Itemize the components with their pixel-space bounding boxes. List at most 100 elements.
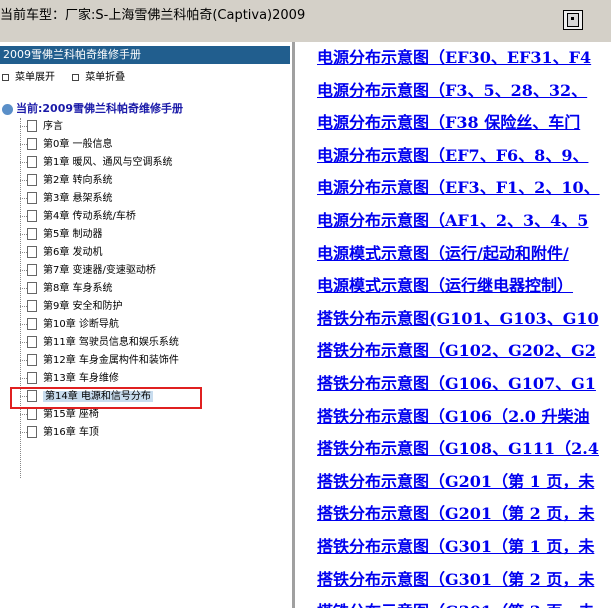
tree-item-chapter[interactable]: 第3章 悬架系统 [20,190,113,208]
navigation-pane: 2009雪佛兰科帕奇维修手册 菜单展开 菜单折叠 当前:2009雪佛兰科帕奇维修… [0,42,292,608]
content-link[interactable]: 搭铁分布示意图（G201（第 1 页，未 [317,468,594,492]
tree-item-label: 第0章 一般信息 [43,139,113,150]
document-icon [27,264,37,276]
tree-branch-line [20,143,27,145]
tree-item-chapter[interactable]: 第0章 一般信息 [20,136,113,154]
document-icon [27,174,37,186]
document-icon [27,210,37,222]
document-icon [27,300,37,312]
tree-item-label: 第13章 车身维修 [43,373,119,384]
tree-branch-line [20,377,27,379]
tree-item-label: 第16章 车顶 [43,427,99,438]
tree-item-label: 第5章 制动器 [43,229,103,240]
content-link[interactable]: 搭铁分布示意图（G301（第 2 页，未 [317,566,594,590]
document-icon [27,408,37,420]
tree-item-label: 第12章 车身金属构件和装饰件 [43,355,179,366]
tree-branch-line [20,161,27,163]
tree-branch-line [20,341,27,343]
content-link[interactable]: 电源分布示意图（F38 保险丝、车门 [317,109,580,133]
content-link[interactable]: 搭铁分布示意图(G101、G103、G10 [317,305,599,329]
tree-item-chapter[interactable]: 第11章 驾驶员信息和娱乐系统 [20,334,179,352]
tree-item-label: 第2章 转向系统 [43,175,113,186]
content-link[interactable]: 电源模式示意图（运行/起动和附件/ [317,240,569,264]
content-link[interactable]: 电源分布示意图（EF7、F6、8、9、 [317,142,588,166]
tree-branch-line [20,413,27,415]
content-link[interactable]: 搭铁分布示意图（G301（第 1 页，未 [317,533,594,557]
content-link[interactable]: 电源分布示意图（EF30、EF31、F4 [317,44,591,68]
tree-item-chapter[interactable]: 第5章 制动器 [20,226,103,244]
tree-item-chapter[interactable]: 第6章 发动机 [20,244,103,262]
tree-item-chapter[interactable]: 序言 [20,118,63,136]
tree-item-label: 第7章 变速器/变速驱动桥 [43,265,156,276]
tree-branch-line [20,179,27,181]
manual-header: 2009雪佛兰科帕奇维修手册 [0,46,290,64]
content-link[interactable]: 搭铁分布示意图（G106（2.0 升柴油 [317,403,589,427]
content-link[interactable]: 搭铁分布示意图（G201（第 2 页，未 [317,500,594,524]
tree-branch-line [20,431,27,433]
document-icon [27,138,37,150]
tree-branch-line [20,305,27,307]
tree-item-chapter[interactable]: 第2章 转向系统 [20,172,113,190]
tree-item-chapter[interactable]: 第13章 车身维修 [20,370,119,388]
document-icon [27,228,37,240]
document-icon [27,282,37,294]
exit-door-icon [567,13,579,27]
tree-item-chapter[interactable]: 第16章 车顶 [20,424,99,442]
tree-item-chapter[interactable]: 第7章 变速器/变速驱动桥 [20,262,156,280]
tree-item-label: 序言 [43,121,63,132]
tree-item-label: 第3章 悬架系统 [43,193,113,204]
selection-highlight-box [10,387,202,409]
tree-branch-line [20,269,27,271]
tree-branch-line [20,251,27,253]
content-link[interactable]: 搭铁分布示意图（G106、G107、G1 [317,370,596,394]
content-pane: 电源分布示意图（EF30、EF31、F4 电源分布示意图（F3、5、28、32、电… [295,42,611,608]
content-link[interactable]: 电源分布示意图（EF3、F1、2、10、 [317,174,600,198]
content-link[interactable]: 搭铁分布示意图（G301（第 3 页，未 [317,598,594,608]
tree-item-label: 第9章 安全和防护 [43,301,123,312]
content-link[interactable]: 搭铁分布示意图（G102、G202、G2 [317,337,596,361]
content-link[interactable]: 电源模式示意图（运行继电器控制） [317,272,573,296]
tree-item-label: 第10章 诊断导航 [43,319,119,330]
tree-item-label: 第4章 传动系统/车桥 [43,211,136,222]
collapse-all-button[interactable]: 菜单折叠 [72,68,125,83]
door-knob-icon [571,17,574,20]
tree-item-chapter[interactable]: 第12章 车身金属构件和装饰件 [20,352,179,370]
expand-icon [2,73,9,81]
tree-item-label: 第11章 驾驶员信息和娱乐系统 [43,337,179,348]
title-bar: 当前车型：厂家:S-上海雪佛兰科帕奇(Captiva)2009 [0,0,611,42]
content-link[interactable]: 电源分布示意图（F3、5、28、32、 [317,77,587,101]
tree-item-chapter[interactable]: 第10章 诊断导航 [20,316,119,334]
content-link[interactable]: 搭铁分布示意图（G108、G111（2.4 [317,435,599,459]
manual-root-icon [2,103,13,115]
document-icon [27,156,37,168]
tree-branch-line [20,287,27,289]
document-icon [27,372,37,384]
document-icon [27,426,37,438]
tree-item-label: 第6章 发动机 [43,247,103,258]
expand-all-button[interactable]: 菜单展开 [2,68,55,83]
tree-branch-line [20,359,27,361]
tree-root[interactable]: 当前:2009雪佛兰科帕奇维修手册 [2,100,183,116]
tree-branch-line [20,215,27,217]
tree-item-label: 第8章 车身系统 [43,283,113,294]
window-title: 当前车型：厂家:S-上海雪佛兰科帕奇(Captiva)2009 [0,8,306,23]
document-icon [27,318,37,330]
tree-item-chapter[interactable]: 第1章 暖风、通风与空调系统 [20,154,173,172]
tree-item-chapter[interactable]: 第4章 传动系统/车桥 [20,208,136,226]
content-link[interactable]: 电源分布示意图（AF1、2、3、4、5 [317,207,588,231]
menu-actions: 菜单展开 菜单折叠 [2,68,139,83]
tree-branch-line [20,125,27,127]
document-icon [27,246,37,258]
document-icon [27,336,37,348]
tree-branch-line [20,233,27,235]
tree-item-chapter[interactable]: 第8章 车身系统 [20,280,113,298]
tree-item-label: 第15章 座椅 [43,409,99,420]
document-icon [27,354,37,366]
document-icon [27,192,37,204]
document-icon [27,120,37,132]
tree-item-chapter[interactable]: 第9章 安全和防护 [20,298,123,316]
exit-button[interactable] [563,10,583,30]
tree-item-label: 第1章 暖风、通风与空调系统 [43,157,173,168]
tree-branch-line [20,197,27,199]
tree-branch-line [20,323,27,325]
